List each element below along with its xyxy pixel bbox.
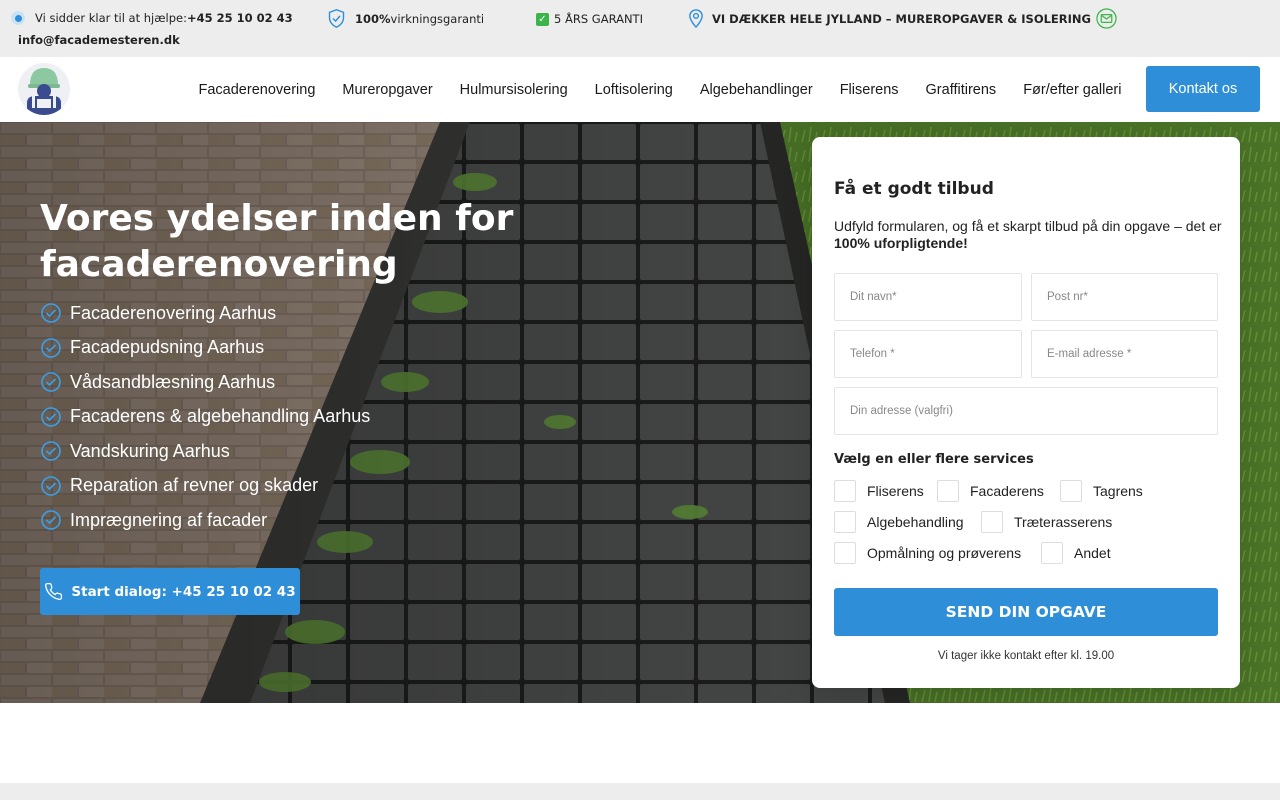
nav-item-hulmursisolering[interactable]: Hulmursisolering (460, 82, 568, 98)
form-lead: Udfyld formularen, og få et skarpt tilbu… (834, 218, 1224, 252)
checkbox[interactable] (834, 542, 856, 564)
checkbox[interactable] (1060, 480, 1082, 502)
option-facaderens[interactable]: Facaderens (937, 480, 1044, 502)
check-circle-icon (40, 440, 62, 462)
name-input[interactable] (850, 291, 1006, 303)
option-algebehandling[interactable]: Algebehandling (834, 511, 964, 533)
coverage-info: VI DÆKKER HELE JYLLAND – MUREROPGAVER & … (688, 9, 1091, 28)
service-item: Facaderenovering Aarhus (40, 296, 370, 331)
phone-field[interactable] (834, 330, 1022, 378)
checkbox[interactable] (981, 511, 1003, 533)
option-tagrens[interactable]: Tagrens (1060, 480, 1143, 502)
address-input[interactable] (850, 405, 1202, 417)
guarantee-info: 100% virkningsgaranti (326, 8, 484, 29)
nav-item-fliserens[interactable]: Fliserens (840, 82, 899, 98)
check-circle-icon (40, 475, 62, 497)
guarantee-bold: 100% (355, 11, 391, 26)
option-label: Tagrens (1093, 483, 1143, 499)
hero-title: Vores ydelser inden for facaderenovering (40, 198, 514, 285)
name-field[interactable] (834, 273, 1022, 321)
service-label: Facadepudsning Aarhus (70, 337, 265, 358)
option-label: Træterasserens (1014, 514, 1113, 530)
services-list: Facaderenovering Aarhus Facadepudsning A… (40, 296, 370, 538)
help-phone-info[interactable]: Vi sidder klar til at hjælpe: +45 25 10 … (11, 11, 293, 25)
check-circle-icon (40, 371, 62, 393)
shield-check-icon (326, 8, 347, 29)
check-circle-icon (40, 302, 62, 324)
zip-input[interactable] (1047, 291, 1202, 303)
option-label: Facaderens (970, 483, 1044, 499)
option-traeterasserens[interactable]: Træterasserens (981, 511, 1112, 533)
option-label: Opmålning og prøverens (867, 545, 1022, 561)
email-info[interactable]: info@facademesteren.dk (18, 33, 180, 47)
option-fliserens[interactable]: Fliserens (834, 480, 924, 502)
zip-field[interactable] (1031, 273, 1218, 321)
checkbox[interactable] (834, 480, 856, 502)
option-opmaalning[interactable]: Opmålning og prøverens (834, 542, 1021, 564)
service-label: Reparation af revner og skader (70, 475, 319, 496)
start-dialog-button[interactable]: Start dialog: +45 25 10 02 43 (40, 568, 300, 615)
email-input[interactable] (1047, 348, 1202, 360)
form-lead-text: Udfyld formularen, og få et skarpt tilbu… (834, 218, 1222, 234)
option-label: Algebehandling (867, 514, 964, 530)
service-label: Imprægnering af facader (70, 509, 268, 530)
option-andet[interactable]: Andet (1041, 542, 1111, 564)
service-item: Facadepudsning Aarhus (40, 331, 370, 366)
quote-form-card: Få et godt tilbud Udfyld formularen, og … (812, 137, 1240, 688)
warranty-text: 5 ÅRS GARANTI (554, 12, 643, 26)
service-label: Facaderens & algebehandling Aarhus (70, 406, 371, 427)
envelope-icon[interactable] (1096, 8, 1117, 32)
nav-item-algebehandlinger[interactable]: Algebehandlinger (700, 82, 813, 98)
main-nav: Facaderenovering Mureropgaver Hulmursiso… (185, 57, 1135, 122)
phone-icon (44, 582, 63, 601)
checkbox[interactable] (834, 511, 856, 533)
nav-item-facaderenovering[interactable]: Facaderenovering (199, 82, 316, 98)
help-phone[interactable]: +45 25 10 02 43 (187, 11, 293, 25)
service-label: Vådsandblæsning Aarhus (70, 371, 276, 392)
help-prefix: Vi sidder klar til at hjælpe: (35, 11, 187, 25)
check-circle-icon (40, 406, 62, 428)
service-item: Imprægnering af facader (40, 503, 370, 538)
service-label: Facaderenovering Aarhus (70, 302, 277, 323)
start-dialog-label: Start dialog: +45 25 10 02 43 (71, 583, 296, 600)
location-pin-icon (688, 9, 704, 28)
checkbox[interactable] (937, 480, 959, 502)
email-icon-wrap[interactable] (1096, 8, 1117, 32)
logo[interactable] (18, 63, 70, 115)
site-header: Facaderenovering Mureropgaver Hulmursiso… (0, 57, 1280, 122)
coverage-text: VI DÆKKER HELE JYLLAND – MUREROPGAVER & … (712, 11, 1091, 26)
service-item: Facaderens & algebehandling Aarhus (40, 400, 370, 435)
service-item: Vandskuring Aarhus (40, 434, 370, 469)
service-item: Reparation af revner og skader (40, 469, 370, 504)
check-mark-icon: ✓ (536, 12, 549, 26)
status-dot-icon (11, 11, 25, 25)
form-lead-bold: 100% uforpligtende! (834, 235, 968, 251)
option-label: Fliserens (867, 483, 924, 499)
service-item: Vådsandblæsning Aarhus (40, 365, 370, 400)
guarantee-text: virkningsgaranti (390, 11, 485, 26)
email-field[interactable] (1031, 330, 1218, 378)
option-label: Andet (1074, 545, 1111, 561)
service-label: Vandskuring Aarhus (70, 440, 230, 461)
nav-item-loftisolering[interactable]: Loftisolering (595, 82, 673, 98)
form-title: Få et godt tilbud (834, 179, 994, 199)
email-link[interactable]: info@facademesteren.dk (18, 33, 180, 47)
contact-hours-note: Vi tager ikke kontakt efter kl. 19.00 (937, 650, 1115, 662)
check-circle-icon (40, 509, 62, 531)
send-button[interactable]: SEND DIN OPGAVE (834, 588, 1218, 636)
address-field[interactable] (834, 387, 1218, 435)
content-area (0, 703, 1280, 783)
nav-item-galleri[interactable]: Før/efter galleri (1023, 82, 1121, 98)
check-circle-icon (40, 337, 62, 359)
services-title: Vælg en eller flere services (834, 452, 1034, 467)
warranty-info: ✓ 5 ÅRS GARANTI (536, 12, 643, 26)
contact-button[interactable]: Kontakt os (1146, 66, 1260, 112)
nav-item-graffitirens[interactable]: Graffitirens (926, 82, 997, 98)
nav-item-mureropgaver[interactable]: Mureropgaver (342, 82, 432, 98)
phone-input[interactable] (850, 348, 1006, 360)
top-info-bar: Vi sidder klar til at hjælpe: +45 25 10 … (0, 0, 1280, 57)
checkbox[interactable] (1041, 542, 1063, 564)
footer-strip (0, 783, 1280, 800)
